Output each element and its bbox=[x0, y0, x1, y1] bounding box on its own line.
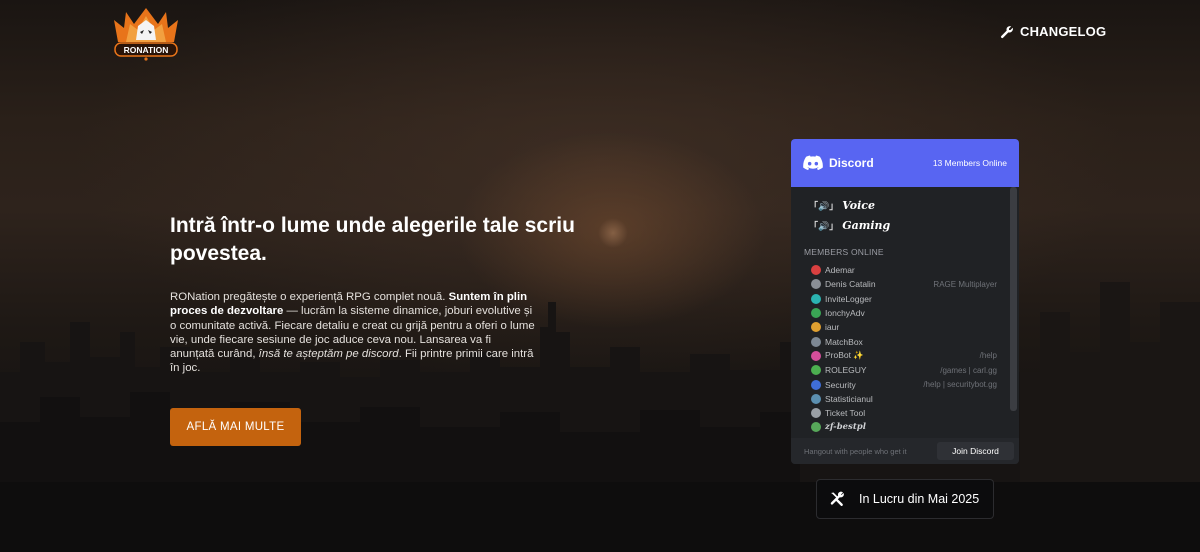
member-item[interactable]: Security/help | securitybot.gg bbox=[811, 377, 997, 391]
discord-logo-icon bbox=[803, 155, 823, 171]
avatar bbox=[811, 408, 821, 419]
hazy-sun bbox=[598, 218, 628, 248]
tools-icon bbox=[830, 491, 844, 506]
avatar bbox=[811, 393, 821, 404]
status-label: In Lucru din Mai 2025 bbox=[859, 492, 980, 506]
hero-description: RONation pregătește o experiență RPG com… bbox=[170, 290, 536, 376]
voice-channel[interactable]: 「🔊」 Gaming bbox=[809, 215, 1019, 235]
discord-widget-footer: Hangout with people who get it Join Disc… bbox=[791, 438, 1019, 464]
avatar bbox=[811, 365, 821, 376]
member-name: Denis Catalin bbox=[825, 279, 876, 290]
member-item[interactable]: Ticket Tool bbox=[811, 406, 997, 420]
member-activity: /help bbox=[979, 351, 997, 361]
wrench-icon bbox=[1000, 25, 1013, 38]
avatar bbox=[811, 279, 821, 290]
member-name: Security bbox=[825, 379, 856, 390]
learn-more-button[interactable]: AFLĂ MAI MULTE bbox=[170, 408, 301, 446]
city-skyline-background bbox=[0, 282, 1200, 552]
discord-widget-body: 「🔊」 Voice 「🔊」 Gaming MEMBERS ONLINE Ademar D… bbox=[791, 187, 1019, 438]
member-name: IonchyAdv bbox=[825, 308, 865, 319]
join-discord-button[interactable]: Join Discord bbox=[937, 442, 1014, 460]
hero-desc-italic: însă te așteptăm pe discord bbox=[258, 348, 399, 361]
member-name: ROLEGUY bbox=[825, 365, 867, 376]
online-count: 13 Members Online bbox=[932, 158, 1007, 168]
hero-desc-part1: RONation pregătește o experiență RPG com… bbox=[170, 291, 449, 303]
member-activity: /help | securitybot.gg bbox=[923, 380, 997, 390]
member-item[interactable]: Statisticianul bbox=[811, 392, 997, 406]
member-item[interactable]: IonchyAdv bbox=[811, 306, 997, 320]
avatar bbox=[811, 308, 821, 319]
member-item[interactable]: ROLEGUY/games | carl.gg bbox=[811, 363, 997, 377]
discord-brand-label: Discord bbox=[829, 156, 874, 170]
member-name: Statisticianul bbox=[825, 393, 873, 404]
channel-name: Gaming bbox=[842, 218, 891, 232]
widget-scrollbar[interactable] bbox=[1010, 187, 1017, 411]
member-item[interactable]: InviteLogger bbox=[811, 292, 997, 306]
avatar bbox=[811, 293, 821, 304]
changelog-label: CHANGELOG bbox=[1020, 24, 1107, 39]
hero-title: Intră într-o lume unde alegerile tale sc… bbox=[170, 214, 575, 265]
hangout-text: Hangout with people who get it bbox=[804, 446, 907, 456]
speaker-icon: 「🔊」 bbox=[809, 201, 839, 212]
member-item[interactable]: Denis Catalin RAGE Multiplayer bbox=[811, 277, 997, 291]
voice-channel[interactable]: 「🔊」 Voice bbox=[809, 195, 1019, 215]
member-item[interactable]: MatchBox bbox=[811, 334, 997, 348]
speaker-icon: 「🔊」 bbox=[809, 221, 839, 232]
member-item[interactable]: iaur bbox=[811, 320, 997, 334]
ronation-logo[interactable]: RONATION bbox=[112, 2, 180, 62]
member-name: ProBot ✨ bbox=[825, 350, 864, 361]
avatar bbox=[811, 265, 821, 276]
avatar bbox=[811, 379, 821, 390]
member-item[interactable]: zf-bestpl bbox=[811, 420, 997, 434]
discord-widget: Discord 13 Members Online 「🔊」 Voice 「🔊」 Gam… bbox=[791, 139, 1019, 464]
member-item[interactable]: Ademar bbox=[811, 263, 997, 277]
member-name: iaur bbox=[825, 322, 840, 333]
logo-text: RONATION bbox=[124, 45, 169, 55]
changelog-link[interactable]: CHANGELOG bbox=[1000, 24, 1106, 39]
member-activity: /games | carl.gg bbox=[940, 365, 997, 375]
avatar bbox=[811, 336, 821, 347]
members-online-label: MEMBERS ONLINE bbox=[804, 247, 884, 257]
member-activity: RAGE Multiplayer bbox=[933, 279, 997, 289]
channel-name: Voice bbox=[842, 198, 875, 212]
member-name: InviteLogger bbox=[825, 293, 872, 304]
avatar bbox=[811, 350, 821, 361]
status-badge: In Lucru din Mai 2025 bbox=[816, 479, 994, 519]
member-name: Ademar bbox=[825, 265, 855, 276]
discord-brand[interactable]: Discord bbox=[803, 155, 874, 171]
member-name: Ticket Tool bbox=[825, 408, 866, 419]
discord-widget-header: Discord 13 Members Online bbox=[791, 139, 1019, 187]
member-name: MatchBox bbox=[825, 336, 863, 347]
member-name: zf-bestpl bbox=[825, 422, 866, 433]
avatar bbox=[811, 322, 821, 333]
avatar bbox=[811, 422, 821, 433]
member-item[interactable]: ProBot ✨ /help bbox=[811, 349, 997, 363]
